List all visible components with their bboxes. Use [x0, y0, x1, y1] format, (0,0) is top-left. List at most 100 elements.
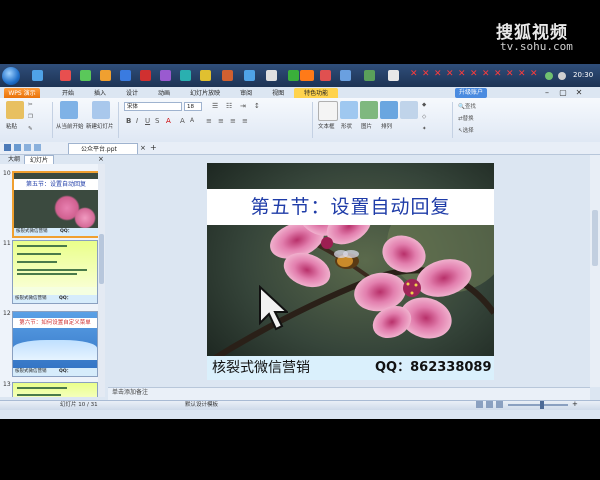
align-center-icon[interactable]: ≡ — [218, 117, 224, 125]
arrange-icon[interactable] — [380, 101, 398, 119]
new-slide-icon[interactable] — [92, 101, 110, 119]
shape-outline-icon[interactable]: ◇ — [422, 114, 426, 120]
shapes-icon[interactable] — [340, 101, 358, 119]
font-name-select[interactable]: 宋体 — [124, 102, 182, 111]
start-button[interactable] — [2, 67, 20, 85]
format-painter-icon[interactable]: ✎ — [28, 126, 33, 132]
taskbar-app-icon[interactable] — [364, 70, 375, 81]
strikethrough-icon[interactable]: S — [155, 117, 159, 125]
normal-view-icon[interactable] — [476, 401, 483, 408]
taskbar-app-icon[interactable] — [140, 70, 151, 81]
taskbar-app-icon[interactable] — [388, 70, 399, 81]
slideshow-view-icon[interactable] — [496, 401, 503, 408]
slide-footer-brand[interactable]: 核裂式微信营销 — [212, 356, 310, 380]
save-icon[interactable] — [4, 144, 11, 151]
tray-warning-icon[interactable]: ✕ — [434, 69, 442, 79]
tray-warning-icon[interactable]: ✕ — [470, 69, 478, 79]
volume-icon[interactable] — [558, 72, 566, 80]
replace-button[interactable]: ⇄替换 — [458, 114, 474, 122]
zoom-in-icon[interactable]: + — [572, 400, 578, 408]
numbering-icon[interactable]: ☷ — [226, 102, 232, 110]
align-left-icon[interactable]: ≡ — [206, 117, 212, 125]
upgrade-account-button[interactable]: 升级账户 — [455, 88, 487, 98]
print-icon[interactable] — [14, 144, 21, 151]
justify-icon[interactable]: ≡ — [242, 117, 248, 125]
thumbnail-slide-11[interactable]: 核裂式微信营销 QQ：862338089 — [12, 240, 98, 304]
current-slide[interactable]: 第五节：设置自动回复 核裂式微信营销 QQ：862338089 — [207, 163, 494, 380]
taskbar-app-icon[interactable] — [320, 70, 331, 81]
tray-warning-icon[interactable]: ✕ — [518, 69, 526, 79]
close-pane-icon[interactable]: × — [98, 155, 104, 164]
new-slide-button[interactable]: 新建幻灯片 — [86, 122, 114, 130]
from-current-button[interactable]: 从当前开始 — [56, 122, 84, 130]
cut-icon[interactable]: ✂ — [28, 102, 33, 108]
taskbar-app-icon[interactable] — [200, 70, 211, 81]
align-right-icon[interactable]: ≡ — [230, 117, 236, 125]
tray-warning-icon[interactable]: ✕ — [446, 69, 454, 79]
network-icon[interactable] — [545, 72, 553, 80]
new-tab-icon[interactable]: + — [150, 143, 157, 153]
tray-warning-icon[interactable]: ✕ — [422, 69, 430, 79]
taskbar-app-icon[interactable] — [340, 70, 351, 81]
copy-icon[interactable]: ❐ — [28, 114, 33, 120]
taskbar-app-icon[interactable] — [244, 70, 255, 81]
paste-icon[interactable] — [6, 101, 24, 119]
shape-effects-icon[interactable]: ✦ — [422, 126, 427, 132]
font-color-icon[interactable]: A — [166, 117, 171, 125]
taskbar-app-icon[interactable] — [100, 70, 111, 81]
paste-button[interactable]: 粘贴 — [6, 122, 17, 130]
shapes-button[interactable]: 形状 — [341, 122, 352, 130]
tray-warning-icon[interactable]: ✕ — [458, 69, 466, 79]
undo-icon[interactable] — [24, 144, 31, 151]
find-button[interactable]: 🔍查找 — [458, 102, 476, 110]
font-size-select[interactable]: 18 — [184, 102, 202, 111]
picture-button[interactable]: 图片 — [361, 122, 372, 130]
shape-fill-icon[interactable]: ◆ — [422, 102, 426, 108]
line-spacing-icon[interactable]: ↕ — [254, 102, 260, 110]
bold-icon[interactable]: B — [126, 117, 131, 125]
taskbar-app-icon[interactable] — [180, 70, 191, 81]
wps-taskbar-icon[interactable] — [300, 70, 314, 81]
shrink-font-icon[interactable]: A — [190, 117, 194, 124]
notes-pane[interactable] — [108, 387, 590, 400]
zoom-slider[interactable] — [508, 404, 568, 406]
taskbar-app-icon[interactable] — [266, 70, 277, 81]
grow-font-icon[interactable]: A — [180, 117, 185, 125]
tray-warning-icon[interactable]: ✕ — [506, 69, 514, 79]
style-icon[interactable] — [400, 101, 418, 119]
tab-outline[interactable]: 大纲 — [3, 155, 25, 164]
taskbar-app-icon[interactable] — [222, 70, 233, 81]
thumbnail-slide-10[interactable]: 第五节：设置自动回复 核裂式微信营销 QQ：862338089 — [12, 171, 100, 238]
redo-icon[interactable] — [34, 144, 41, 151]
tray-warning-icon[interactable]: ✕ — [494, 69, 502, 79]
taskbar-app-icon[interactable] — [120, 70, 131, 81]
maximize-icon[interactable]: ▢ — [556, 88, 570, 98]
pane-scrollbar-thumb[interactable] — [99, 234, 104, 284]
taskbar-app-icon[interactable] — [60, 70, 71, 81]
textbox-icon[interactable] — [318, 101, 338, 121]
taskbar-app-icon[interactable] — [288, 70, 299, 81]
indent-icon[interactable]: ⇥ — [240, 102, 246, 110]
close-icon[interactable]: ✕ — [572, 88, 586, 98]
select-button[interactable]: ↖选择 — [458, 126, 474, 134]
document-tab[interactable]: 公众平台.ppt — [68, 143, 138, 154]
slide-sorter-icon[interactable] — [486, 401, 493, 408]
italic-icon[interactable]: I — [136, 117, 138, 125]
taskbar-app-icon[interactable] — [32, 70, 43, 81]
zoom-slider-handle[interactable] — [540, 401, 544, 409]
tray-warning-icon[interactable]: ✕ — [482, 69, 490, 79]
slide-footer-qq[interactable]: QQ：862338089 — [375, 356, 492, 380]
bullets-icon[interactable]: ☰ — [212, 102, 218, 110]
canvas-scrollbar[interactable] — [590, 155, 600, 387]
slide-title[interactable]: 第五节：设置自动回复 — [207, 189, 494, 225]
arrange-button[interactable]: 排列 — [381, 122, 392, 130]
thumbnail-slide-13[interactable] — [12, 382, 98, 397]
minimize-icon[interactable]: – — [540, 88, 554, 98]
tray-warning-icon[interactable]: ✕ — [410, 69, 418, 79]
close-tab-icon[interactable]: × — [140, 143, 146, 154]
picture-icon[interactable] — [360, 101, 378, 119]
underline-icon[interactable]: U — [145, 117, 150, 125]
tray-warning-icon[interactable]: ✕ — [530, 69, 538, 79]
textbox-button[interactable]: 文本框 — [318, 122, 335, 130]
slideshow-from-current-icon[interactable] — [60, 101, 78, 119]
